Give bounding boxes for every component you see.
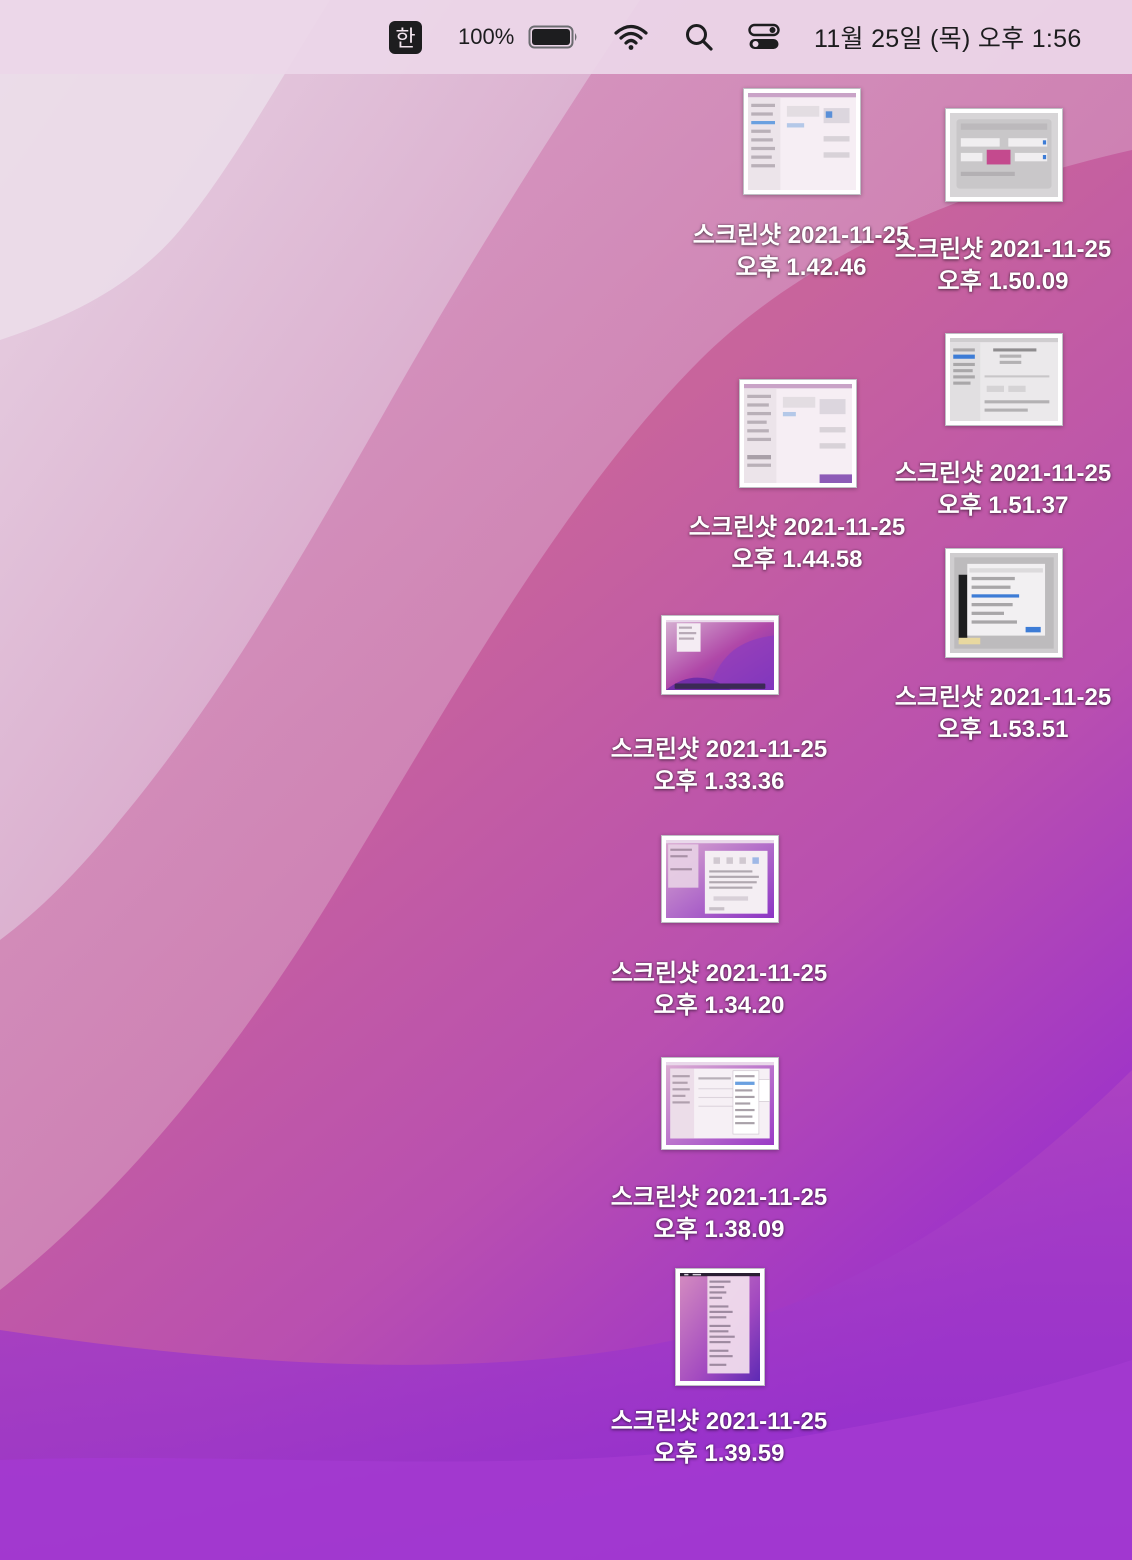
screenshot-thumbnail[interactable] bbox=[945, 108, 1063, 202]
file-name-label[interactable]: 스크린샷 2021-11-25 오후 1.44.58 bbox=[667, 512, 927, 576]
battery-icon[interactable] bbox=[528, 0, 580, 74]
search-icon[interactable] bbox=[684, 0, 714, 74]
battery-level-fill bbox=[532, 29, 570, 45]
screenshot-thumbnail[interactable] bbox=[739, 379, 857, 488]
file-name-label[interactable]: 스크린샷 2021-11-25 오후 1.33.36 bbox=[589, 734, 849, 798]
control-center-icon[interactable] bbox=[748, 0, 780, 74]
file-name-label[interactable]: 스크린샷 2021-11-25 오후 1.39.59 bbox=[589, 1406, 849, 1470]
file-name-label[interactable]: 스크린샷 2021-11-25 오후 1.34.20 bbox=[589, 958, 849, 1022]
menubar-clock[interactable]: 11월 25일 (목) 오후 1:56 bbox=[814, 0, 1082, 74]
battery-percent[interactable]: 100% bbox=[458, 0, 514, 74]
screenshot-thumbnail[interactable] bbox=[661, 835, 779, 923]
input-source-menu[interactable]: 한 bbox=[389, 0, 422, 74]
wifi-icon[interactable] bbox=[613, 0, 649, 74]
file-name-label[interactable]: 스크린샷 2021-11-25 오후 1.38.09 bbox=[589, 1182, 849, 1246]
screenshot-thumbnail[interactable] bbox=[945, 548, 1063, 658]
screenshot-thumbnail[interactable] bbox=[743, 88, 861, 195]
screenshot-thumbnail[interactable] bbox=[675, 1268, 765, 1386]
screenshot-thumbnail[interactable] bbox=[945, 333, 1063, 426]
screenshot-thumbnail[interactable] bbox=[661, 615, 779, 695]
file-name-label[interactable]: 스크린샷 2021-11-25 오후 1.53.51 bbox=[873, 682, 1132, 746]
file-name-label[interactable]: 스크린샷 2021-11-25 오후 1.50.09 bbox=[873, 234, 1132, 298]
menu-bar: 한 100% 11월 25일 (목) 오후 1:56 bbox=[0, 0, 1132, 74]
input-source-label: 한 bbox=[389, 20, 422, 54]
screenshot-thumbnail[interactable] bbox=[661, 1057, 779, 1150]
